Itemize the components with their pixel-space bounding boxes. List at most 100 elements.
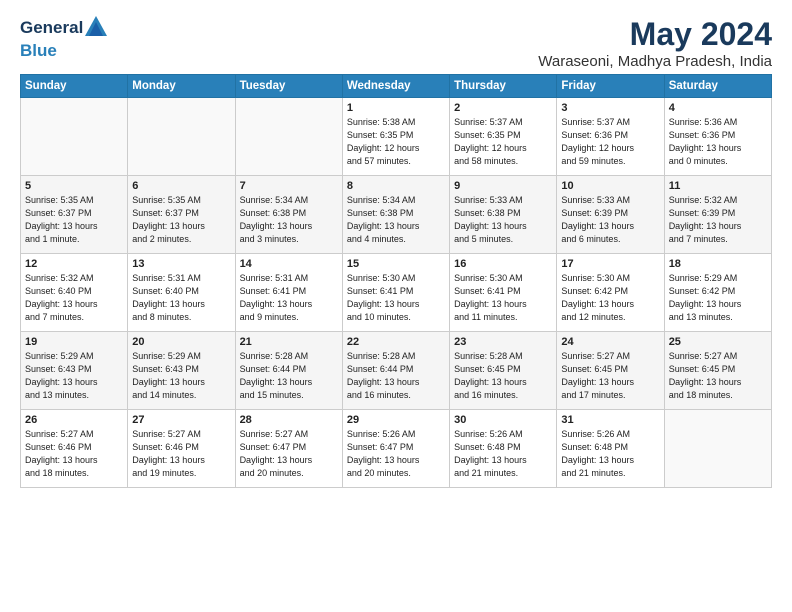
calendar-cell: 10 Sunrise: 5:33 AM Sunset: 6:39 PM Dayli… [557,176,664,254]
week-row-2: 5 Sunrise: 5:35 AM Sunset: 6:37 PM Daylig… [21,176,772,254]
calendar-cell [21,98,128,176]
day-number: 6 [132,180,230,192]
calendar-cell [128,98,235,176]
week-row-3: 12 Sunrise: 5:32 AM Sunset: 6:40 PM Dayli… [21,254,772,332]
day-info: Sunrise: 5:35 AM Sunset: 6:37 PM Dayligh… [25,194,123,246]
calendar-cell: 13 Sunrise: 5:31 AM Sunset: 6:40 PM Dayli… [128,254,235,332]
calendar-cell: 25 Sunrise: 5:27 AM Sunset: 6:45 PM Dayli… [664,332,771,410]
day-info: Sunrise: 5:37 AM Sunset: 6:35 PM Dayligh… [454,116,552,168]
calendar-cell: 28 Sunrise: 5:27 AM Sunset: 6:47 PM Dayli… [235,410,342,488]
day-info: Sunrise: 5:30 AM Sunset: 6:41 PM Dayligh… [347,272,445,324]
day-info: Sunrise: 5:31 AM Sunset: 6:40 PM Dayligh… [132,272,230,324]
day-info: Sunrise: 5:30 AM Sunset: 6:42 PM Dayligh… [561,272,659,324]
day-info: Sunrise: 5:27 AM Sunset: 6:45 PM Dayligh… [669,350,767,402]
calendar-cell: 21Sunrise: 5:28 AM Sunset: 6:44 PM Dayli… [235,332,342,410]
col-tuesday: Tuesday [235,75,342,98]
day-info: Sunrise: 5:32 AM Sunset: 6:40 PM Dayligh… [25,272,123,324]
week-row-4: 19 Sunrise: 5:29 AM Sunset: 6:43 PM Dayli… [21,332,772,410]
day-info: Sunrise: 5:28 AM Sunset: 6:44 PM Dayligh… [240,350,338,402]
day-number: 13 [132,258,230,270]
day-number: 2 [454,102,552,114]
calendar-cell: 2 Sunrise: 5:37 AM Sunset: 6:35 PM Daylig… [450,98,557,176]
day-number: 10 [561,180,659,192]
day-number: 23 [454,336,552,348]
calendar-cell: 30Sunrise: 5:26 AM Sunset: 6:48 PM Dayli… [450,410,557,488]
day-number: 14 [240,258,338,270]
day-number: 18 [669,258,767,270]
day-info: Sunrise: 5:27 AM Sunset: 6:46 PM Dayligh… [25,428,123,480]
header: General Blue May 2024 Waraseoni, Madhya … [20,16,772,70]
day-number: 12 [25,258,123,270]
calendar-cell: 31Sunrise: 5:26 AM Sunset: 6:48 PM Dayli… [557,410,664,488]
logo-line1: General [20,16,107,41]
col-monday: Monday [128,75,235,98]
month-title: May 2024 [538,16,772,53]
title-block: May 2024 Waraseoni, Madhya Pradesh, Indi… [538,16,772,70]
day-number: 25 [669,336,767,348]
week-row-1: 1 Sunrise: 5:38 AM Sunset: 6:35 PM Daylig… [21,98,772,176]
day-number: 5 [25,180,123,192]
day-info: Sunrise: 5:28 AM Sunset: 6:44 PM Dayligh… [347,350,445,402]
calendar-cell: 6Sunrise: 5:35 AM Sunset: 6:37 PM Daylig… [128,176,235,254]
col-sunday: Sunday [21,75,128,98]
calendar-cell: 15 Sunrise: 5:30 AM Sunset: 6:41 PM Dayli… [342,254,449,332]
day-info: Sunrise: 5:38 AM Sunset: 6:35 PM Dayligh… [347,116,445,168]
calendar-cell: 1 Sunrise: 5:38 AM Sunset: 6:35 PM Daylig… [342,98,449,176]
day-info: Sunrise: 5:26 AM Sunset: 6:48 PM Dayligh… [561,428,659,480]
day-number: 27 [132,414,230,426]
day-number: 1 [347,102,445,114]
day-info: Sunrise: 5:26 AM Sunset: 6:47 PM Dayligh… [347,428,445,480]
day-info: Sunrise: 5:29 AM Sunset: 6:42 PM Dayligh… [669,272,767,324]
location-title: Waraseoni, Madhya Pradesh, India [538,53,772,70]
col-wednesday: Wednesday [342,75,449,98]
day-number: 17 [561,258,659,270]
calendar-cell: 27Sunrise: 5:27 AM Sunset: 6:46 PM Dayli… [128,410,235,488]
calendar-cell: 4 Sunrise: 5:36 AM Sunset: 6:36 PM Daylig… [664,98,771,176]
calendar-cell: 5 Sunrise: 5:35 AM Sunset: 6:37 PM Daylig… [21,176,128,254]
calendar-cell: 24Sunrise: 5:27 AM Sunset: 6:45 PM Dayli… [557,332,664,410]
calendar-cell: 16 Sunrise: 5:30 AM Sunset: 6:41 PM Dayli… [450,254,557,332]
calendar-cell [235,98,342,176]
day-number: 16 [454,258,552,270]
day-info: Sunrise: 5:28 AM Sunset: 6:45 PM Dayligh… [454,350,552,402]
day-number: 8 [347,180,445,192]
day-number: 30 [454,414,552,426]
day-info: Sunrise: 5:29 AM Sunset: 6:43 PM Dayligh… [25,350,123,402]
col-friday: Friday [557,75,664,98]
day-info: Sunrise: 5:30 AM Sunset: 6:41 PM Dayligh… [454,272,552,324]
calendar-cell: 22Sunrise: 5:28 AM Sunset: 6:44 PM Dayli… [342,332,449,410]
day-number: 19 [25,336,123,348]
logo: General Blue [20,16,107,60]
calendar-table: Sunday Monday Tuesday Wednesday Thursday… [20,74,772,488]
day-info: Sunrise: 5:36 AM Sunset: 6:36 PM Dayligh… [669,116,767,168]
day-info: Sunrise: 5:37 AM Sunset: 6:36 PM Dayligh… [561,116,659,168]
day-info: Sunrise: 5:32 AM Sunset: 6:39 PM Dayligh… [669,194,767,246]
week-row-5: 26 Sunrise: 5:27 AM Sunset: 6:46 PM Dayli… [21,410,772,488]
calendar-cell: 19 Sunrise: 5:29 AM Sunset: 6:43 PM Dayli… [21,332,128,410]
logo-line2: Blue [20,41,107,61]
calendar-cell: 23 Sunrise: 5:28 AM Sunset: 6:45 PM Dayli… [450,332,557,410]
calendar-cell: 26 Sunrise: 5:27 AM Sunset: 6:46 PM Dayli… [21,410,128,488]
day-info: Sunrise: 5:27 AM Sunset: 6:45 PM Dayligh… [561,350,659,402]
calendar-cell: 9Sunrise: 5:33 AM Sunset: 6:38 PM Daylig… [450,176,557,254]
calendar-cell: 8 Sunrise: 5:34 AM Sunset: 6:38 PM Daylig… [342,176,449,254]
day-number: 3 [561,102,659,114]
day-info: Sunrise: 5:34 AM Sunset: 6:38 PM Dayligh… [240,194,338,246]
day-number: 28 [240,414,338,426]
calendar-body: 1 Sunrise: 5:38 AM Sunset: 6:35 PM Daylig… [21,98,772,488]
calendar-cell: 11Sunrise: 5:32 AM Sunset: 6:39 PM Dayli… [664,176,771,254]
day-number: 20 [132,336,230,348]
day-number: 29 [347,414,445,426]
day-info: Sunrise: 5:33 AM Sunset: 6:39 PM Dayligh… [561,194,659,246]
day-number: 15 [347,258,445,270]
day-number: 26 [25,414,123,426]
calendar-cell: 7Sunrise: 5:34 AM Sunset: 6:38 PM Daylig… [235,176,342,254]
calendar-cell: 12 Sunrise: 5:32 AM Sunset: 6:40 PM Dayli… [21,254,128,332]
calendar-cell: 29 Sunrise: 5:26 AM Sunset: 6:47 PM Dayli… [342,410,449,488]
day-number: 4 [669,102,767,114]
day-info: Sunrise: 5:29 AM Sunset: 6:43 PM Dayligh… [132,350,230,402]
calendar-cell: 14Sunrise: 5:31 AM Sunset: 6:41 PM Dayli… [235,254,342,332]
day-info: Sunrise: 5:33 AM Sunset: 6:38 PM Dayligh… [454,194,552,246]
day-info: Sunrise: 5:34 AM Sunset: 6:38 PM Dayligh… [347,194,445,246]
day-info: Sunrise: 5:27 AM Sunset: 6:47 PM Dayligh… [240,428,338,480]
